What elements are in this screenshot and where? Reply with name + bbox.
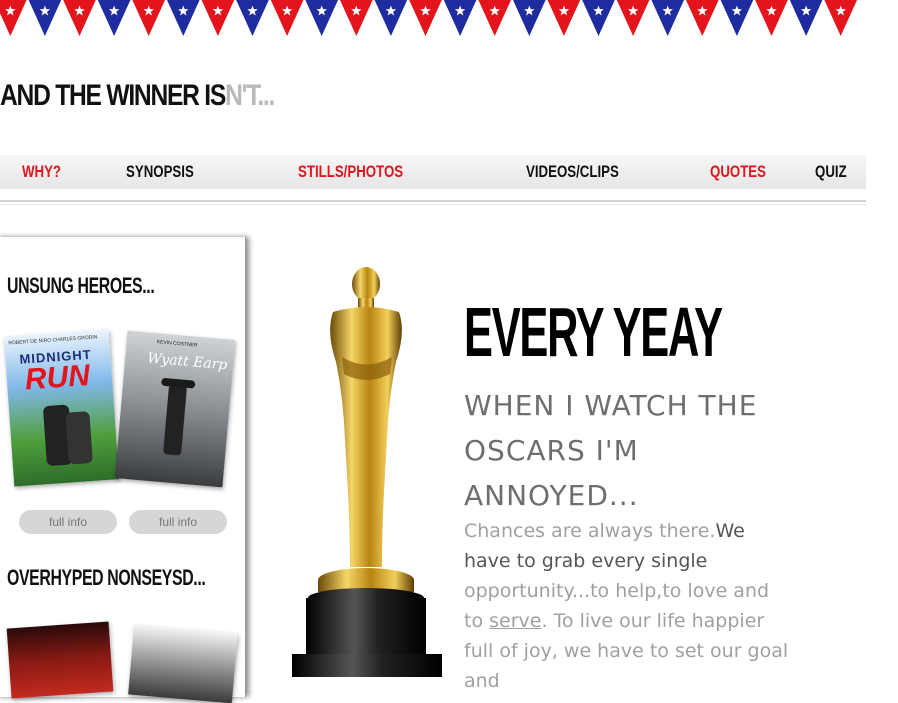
poster-credits: KEVIN COSTNER [156, 339, 198, 349]
serve-link[interactable]: serve [489, 610, 541, 632]
bunting-flag [720, 0, 754, 36]
nav-quotes[interactable]: QUOTES [710, 155, 766, 189]
bunting-flag [513, 0, 546, 36]
bunting-flag [340, 0, 373, 36]
bunting-flag [547, 0, 581, 36]
nav-stills-photos[interactable]: STILLS/PHOTOS [298, 155, 403, 189]
site-title-faded: N'T... [225, 79, 275, 112]
bunting-flag [236, 0, 269, 36]
site-title: AND THE WINNER ISN'T... [0, 78, 275, 114]
bunting-flag [824, 0, 857, 36]
nav-quiz[interactable]: QUIZ [815, 155, 847, 189]
bunting-flag [167, 0, 200, 36]
poster-credits: ROBERT DE NIRO CHARLES GRODIN [8, 334, 98, 347]
bunting-flag [270, 0, 304, 36]
nav-divider-thin [0, 204, 866, 205]
full-info-button-1[interactable]: full info [19, 510, 117, 534]
poster-overhyped-1[interactable] [6, 621, 114, 699]
poster-figure [65, 411, 93, 465]
sidebar-panel: UNSUNG HEROES... ROBERT DE NIRO CHARLES … [0, 237, 246, 703]
poster-figure [163, 384, 188, 456]
main-headline: EVERY YEAY [464, 293, 723, 371]
bunting-flag [789, 0, 823, 36]
poster-title-line1: Wyatt Earp [146, 350, 228, 374]
bunting-flag [616, 0, 650, 36]
poster-title-line2: RUN [23, 358, 91, 397]
bunting-flag [374, 0, 408, 36]
bunting-flag [28, 0, 62, 36]
bunting-flag [443, 0, 477, 36]
nav-videos-clips[interactable]: VIDEOS/CLIPS [526, 155, 619, 189]
bunting-flag [651, 0, 684, 36]
nav-divider [0, 200, 866, 202]
bunting-flag [478, 0, 511, 36]
full-info-button-2[interactable]: full info [129, 510, 227, 534]
sidebar-heading-overhyped: OVERHYPED NONSEYSD... [7, 565, 206, 590]
main-subheading: WHEN I WATCH THE OSCARS I'M ANNOYED... [464, 389, 758, 512]
site-title-main: AND THE WINNER IS [0, 79, 226, 112]
bunting-flag [686, 0, 719, 36]
bunting-flag [132, 0, 165, 36]
main-nav: WHY? SYNOPSIS STILLS/PHOTOS VIDEOS/CLIPS… [0, 155, 866, 189]
sidebar-heading-unsung: UNSUNG HEROES... [7, 273, 155, 298]
flag-bunting [0, 0, 857, 36]
bunting-flag [201, 0, 235, 36]
nav-synopsis[interactable]: SYNOPSIS [126, 155, 194, 189]
bunting-flag [63, 0, 96, 36]
bunting-flag [305, 0, 338, 36]
poster-wyatt-earp[interactable]: KEVIN COSTNER Wyatt Earp [114, 330, 236, 488]
poster-overhyped-2[interactable] [128, 624, 238, 703]
bunting-flag [582, 0, 615, 36]
main-body-text: Chances are always there.We have to grab… [464, 516, 794, 696]
bunting-flag [755, 0, 788, 36]
poster-midnight-run[interactable]: ROBERT DE NIRO CHARLES GRODIN MIDNIGHT R… [3, 329, 120, 487]
bunting-flag [0, 0, 27, 36]
body-text-light: Chances are always there. [464, 520, 716, 542]
oscar-statuette-image [292, 267, 442, 677]
poster-hat [160, 377, 196, 389]
bunting-flag [409, 0, 442, 36]
nav-why[interactable]: WHY? [22, 155, 61, 189]
bunting-flag [97, 0, 131, 36]
